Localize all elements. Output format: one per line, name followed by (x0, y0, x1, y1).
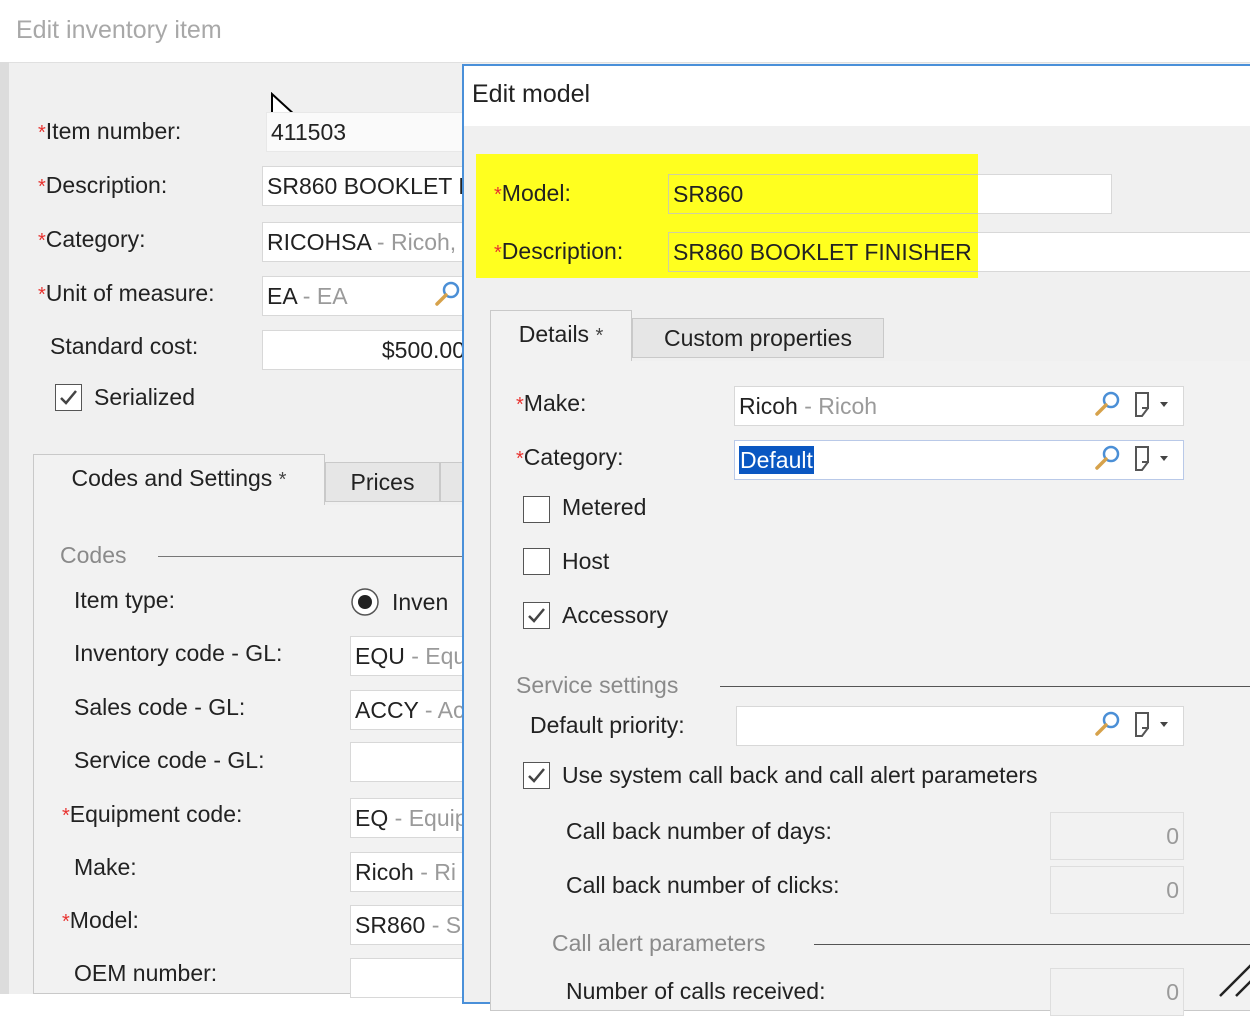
service-code-label: Service code - GL: (74, 747, 265, 773)
unit-label: *Unit of measure: (38, 280, 215, 306)
codes-section-title: Codes (60, 542, 127, 568)
metered-label: Metered (562, 494, 647, 520)
call-alert-title: Call alert parameters (552, 930, 766, 956)
call-back-clicks-label: Call back number of clicks: (566, 872, 840, 898)
dialog-title: Edit model (472, 80, 591, 108)
tab-custom-properties[interactable]: Custom properties (632, 318, 884, 358)
oem-number-field[interactable] (350, 958, 470, 998)
codes-section-rule (158, 556, 468, 557)
dropdown-menu-icon[interactable] (1132, 710, 1178, 740)
call-back-days-field[interactable]: 0 (1050, 812, 1184, 860)
description-field[interactable]: SR860 BOOKLET F (262, 166, 466, 206)
sales-code-label: Sales code - GL: (74, 694, 246, 720)
model-field-tail (978, 174, 1112, 214)
accessory-label: Accessory (562, 602, 669, 628)
resize-grip-icon[interactable] (1206, 950, 1250, 1000)
calls-received-label: Number of calls received: (566, 978, 826, 1004)
service-code-field[interactable] (350, 742, 470, 782)
window-title: Edit inventory item (16, 16, 222, 44)
item-type-value: Inven (392, 589, 449, 615)
equipment-code-label: *Equipment code: (62, 801, 243, 827)
dialog-category-label: *Category: (516, 444, 624, 470)
selected-text: Default (739, 446, 814, 474)
use-system-label: Use system call back and call alert para… (562, 762, 1038, 788)
standard-cost-label: Standard cost: (50, 333, 199, 359)
tab-codes-settings[interactable]: Codes and Settings * (33, 454, 325, 506)
inventory-code-label: Inventory code - GL: (74, 640, 283, 666)
metered-checkbox[interactable] (523, 496, 550, 523)
oem-number-label: OEM number: (74, 960, 218, 986)
calls-received-field[interactable]: 0 (1050, 968, 1184, 1016)
search-icon[interactable] (1094, 710, 1122, 738)
serialized-label: Serialized (94, 384, 195, 410)
host-label: Host (562, 548, 610, 574)
model-label: *Model: (62, 907, 139, 933)
item-type-label: Item type: (74, 587, 175, 613)
description-label: *Description: (38, 172, 168, 198)
search-icon[interactable] (434, 280, 462, 308)
left-edge-strip (0, 62, 9, 994)
description-field-tail (978, 232, 1250, 272)
dialog-description-label: *Description: (494, 238, 624, 264)
inventory-code-field[interactable]: EQU - Equ (350, 636, 470, 676)
call-alert-rule (814, 944, 1250, 945)
call-back-clicks-field[interactable]: 0 (1050, 866, 1184, 914)
make-label: Make: (74, 854, 137, 880)
item-type-radio[interactable] (350, 587, 380, 617)
standard-cost-field[interactable]: $500.00 (262, 330, 472, 370)
tab-details[interactable]: Details * (490, 310, 632, 362)
model-field[interactable]: SR860 - S (350, 905, 470, 945)
sales-code-field[interactable]: ACCY - Ac (350, 690, 470, 730)
dialog-make-label: *Make: (516, 390, 587, 416)
accessory-checkbox[interactable] (523, 602, 550, 629)
item-number-field[interactable]: 411503 (266, 112, 466, 152)
make-field[interactable]: Ricoh - Ri (350, 852, 470, 892)
dialog-model-label: *Model: (494, 180, 571, 206)
equipment-code-field[interactable]: EQ - Equip (350, 798, 470, 838)
default-priority-label: Default priority: (530, 712, 685, 738)
edit-model-dialog: Edit model *Model: SR860 *Description: S… (462, 64, 1250, 1016)
call-back-days-label: Call back number of days: (566, 818, 832, 844)
use-system-checkbox[interactable] (523, 762, 550, 789)
tab-prices[interactable]: Prices (325, 462, 440, 502)
category-field[interactable]: RICOHSA - Ricoh, (262, 222, 466, 262)
search-icon[interactable] (1094, 444, 1122, 472)
service-settings-title: Service settings (516, 672, 679, 698)
item-number-label: *Item number: (38, 118, 182, 144)
service-settings-rule (720, 686, 1250, 687)
dropdown-menu-icon[interactable] (1132, 444, 1178, 474)
dropdown-menu-icon[interactable] (1132, 390, 1178, 420)
search-icon[interactable] (1094, 390, 1122, 418)
serialized-checkbox[interactable] (55, 384, 82, 411)
category-label: *Category: (38, 226, 146, 252)
host-checkbox[interactable] (523, 548, 550, 575)
